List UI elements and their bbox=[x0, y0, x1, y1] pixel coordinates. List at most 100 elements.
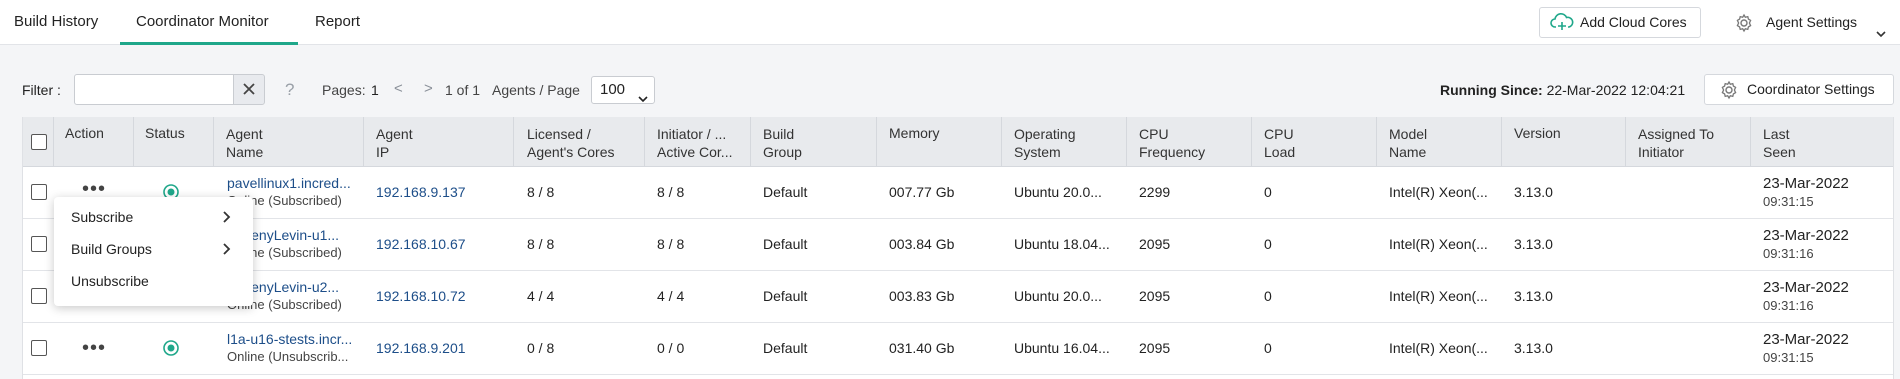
coordinator-settings-label: Coordinator Settings bbox=[1747, 81, 1875, 97]
last-seen-date: 23-Mar-2022 bbox=[1763, 331, 1849, 348]
coordinator-settings-button[interactable]: Coordinator Settings bbox=[1704, 74, 1894, 105]
menu-item-subscribe[interactable]: Subscribe bbox=[71, 209, 241, 225]
top-navigation: Build History Coordinator Monitor Report… bbox=[0, 0, 1900, 45]
column-divider bbox=[363, 117, 364, 167]
agent-ip-link[interactable]: 192.168.9.201 bbox=[376, 340, 466, 356]
agent-name-link[interactable]: pavellinux1.incred... bbox=[227, 175, 351, 191]
table-row[interactable]: EvgenyLevin-u2... Online (Subscribed) 19… bbox=[23, 271, 1893, 323]
operating-system: Ubuntu 18.04... bbox=[1014, 236, 1110, 252]
column-divider bbox=[1501, 117, 1502, 167]
menu-item-label: Build Groups bbox=[71, 241, 152, 257]
column-divider bbox=[1376, 117, 1377, 167]
header-model-name[interactable]: Model Name bbox=[1389, 125, 1427, 161]
model-name: Intel(R) Xeon(... bbox=[1389, 184, 1488, 200]
header-agent-ip[interactable]: Agent IP bbox=[376, 125, 413, 161]
initiator-cores: 0 / 0 bbox=[657, 340, 685, 356]
running-since-value: 22-Mar-2022 12:04:21 bbox=[1546, 82, 1686, 98]
row-actions-button[interactable]: ••• bbox=[82, 338, 106, 358]
last-seen-time: 09:31:15 bbox=[1763, 350, 1814, 365]
column-divider bbox=[1625, 117, 1626, 167]
add-cloud-cores-button[interactable]: Add Cloud Cores bbox=[1539, 7, 1701, 38]
agents-per-page-select[interactable]: 100 bbox=[591, 76, 655, 104]
table-row[interactable]: ••• pavellinux1.incred... Online (Subscr… bbox=[23, 167, 1893, 219]
last-seen-time: 09:31:15 bbox=[1763, 194, 1814, 209]
operating-system: Ubuntu 20.0... bbox=[1014, 288, 1102, 304]
gear-icon bbox=[1719, 80, 1739, 110]
cpu-load: 0 bbox=[1264, 288, 1272, 304]
model-name: Intel(R) Xeon(... bbox=[1389, 288, 1488, 304]
close-icon bbox=[243, 83, 255, 95]
initiator-cores: 8 / 8 bbox=[657, 184, 685, 200]
row-actions-button[interactable]: ••• bbox=[82, 179, 106, 199]
tab-build-history[interactable]: Build History bbox=[14, 0, 98, 45]
header-initiator-cores[interactable]: Initiator / ... Active Cor... bbox=[657, 125, 732, 161]
prev-page-button[interactable]: < bbox=[394, 80, 403, 97]
cpu-load: 0 bbox=[1264, 184, 1272, 200]
header-version[interactable]: Version bbox=[1514, 124, 1561, 142]
header-os[interactable]: Operating System bbox=[1014, 125, 1075, 161]
version: 3.13.0 bbox=[1514, 184, 1553, 200]
column-divider bbox=[513, 117, 514, 167]
tab-coordinator-monitor[interactable]: Coordinator Monitor bbox=[120, 0, 298, 45]
row-checkbox[interactable] bbox=[31, 236, 47, 252]
help-icon[interactable]: ? bbox=[285, 80, 294, 100]
row-checkbox[interactable] bbox=[31, 288, 47, 304]
cpu-frequency: 2299 bbox=[1139, 184, 1171, 200]
memory: 007.77 Gb bbox=[889, 184, 955, 200]
last-seen-time: 09:31:16 bbox=[1763, 246, 1814, 261]
filter-input[interactable] bbox=[74, 74, 234, 105]
add-cloud-cores-label: Add Cloud Cores bbox=[1580, 14, 1687, 30]
agent-settings-dropdown[interactable]: Agent Settings bbox=[1734, 7, 1886, 38]
agent-state: Online (Unsubscrib... bbox=[227, 349, 349, 364]
header-memory[interactable]: Memory bbox=[889, 124, 940, 142]
row-checkbox[interactable] bbox=[31, 184, 47, 200]
chevron-down-icon bbox=[638, 86, 648, 112]
running-since: Running Since: 22-Mar-2022 12:04:21 bbox=[1440, 82, 1685, 98]
last-seen-date: 23-Mar-2022 bbox=[1763, 279, 1849, 296]
agent-ip-link[interactable]: 192.168.9.137 bbox=[376, 184, 466, 200]
licensed-cores: 8 / 8 bbox=[527, 236, 555, 252]
row-checkbox[interactable] bbox=[31, 340, 47, 356]
header-status[interactable]: Status bbox=[145, 124, 185, 142]
column-divider bbox=[876, 117, 877, 167]
build-group: Default bbox=[763, 236, 808, 252]
version: 3.13.0 bbox=[1514, 236, 1553, 252]
chevron-right-icon bbox=[223, 210, 231, 226]
agents-per-page-value: 100 bbox=[600, 81, 626, 98]
table-row[interactable]: EvgenyLevin-u1... Online (Subscribed) 19… bbox=[23, 219, 1893, 271]
header-agent-name[interactable]: Agent Name bbox=[226, 125, 263, 161]
header-build-group[interactable]: Build Group bbox=[763, 125, 802, 161]
header-assigned-initiator[interactable]: Assigned To Initiator bbox=[1638, 125, 1714, 161]
agent-ip-link[interactable]: 192.168.10.72 bbox=[376, 288, 466, 304]
model-name: Intel(R) Xeon(... bbox=[1389, 340, 1488, 356]
last-seen-date: 23-Mar-2022 bbox=[1763, 227, 1849, 244]
clear-filter-button[interactable] bbox=[233, 74, 265, 105]
cloud-add-icon bbox=[1550, 12, 1574, 42]
select-all-checkbox[interactable] bbox=[31, 134, 47, 150]
online-status-icon bbox=[162, 339, 180, 360]
pages-label: Pages: bbox=[322, 82, 366, 98]
header-cpu-frequency[interactable]: CPU Frequency bbox=[1139, 125, 1205, 161]
column-divider bbox=[1750, 117, 1751, 167]
agent-ip-link[interactable]: 192.168.10.67 bbox=[376, 236, 466, 252]
menu-item-unsubscribe[interactable]: Unsubscribe bbox=[71, 273, 241, 289]
next-page-button[interactable]: > bbox=[424, 80, 433, 97]
table-row[interactable]: ••• l1a-u16-stests.incr... Online (Unsub… bbox=[23, 323, 1893, 375]
page-of-text: 1 of 1 bbox=[445, 82, 481, 98]
filter-label: Filter : bbox=[22, 82, 61, 98]
agent-name-link[interactable]: l1a-u16-stests.incr... bbox=[227, 331, 352, 347]
header-last-seen[interactable]: Last Seen bbox=[1763, 125, 1796, 161]
header-licensed-cores[interactable]: Licensed / Agent's Cores bbox=[527, 125, 615, 161]
gear-icon bbox=[1734, 13, 1754, 44]
menu-item-build-groups[interactable]: Build Groups bbox=[71, 241, 241, 257]
memory: 003.83 Gb bbox=[889, 288, 955, 304]
tab-report[interactable]: Report bbox=[315, 0, 360, 45]
last-seen-date: 23-Mar-2022 bbox=[1763, 175, 1849, 192]
column-divider bbox=[1126, 117, 1127, 167]
column-divider bbox=[213, 117, 214, 167]
header-cpu-load[interactable]: CPU Load bbox=[1264, 125, 1295, 161]
header-action[interactable]: Action bbox=[65, 124, 104, 142]
licensed-cores: 4 / 4 bbox=[527, 288, 555, 304]
initiator-cores: 4 / 4 bbox=[657, 288, 685, 304]
column-divider bbox=[750, 117, 751, 167]
